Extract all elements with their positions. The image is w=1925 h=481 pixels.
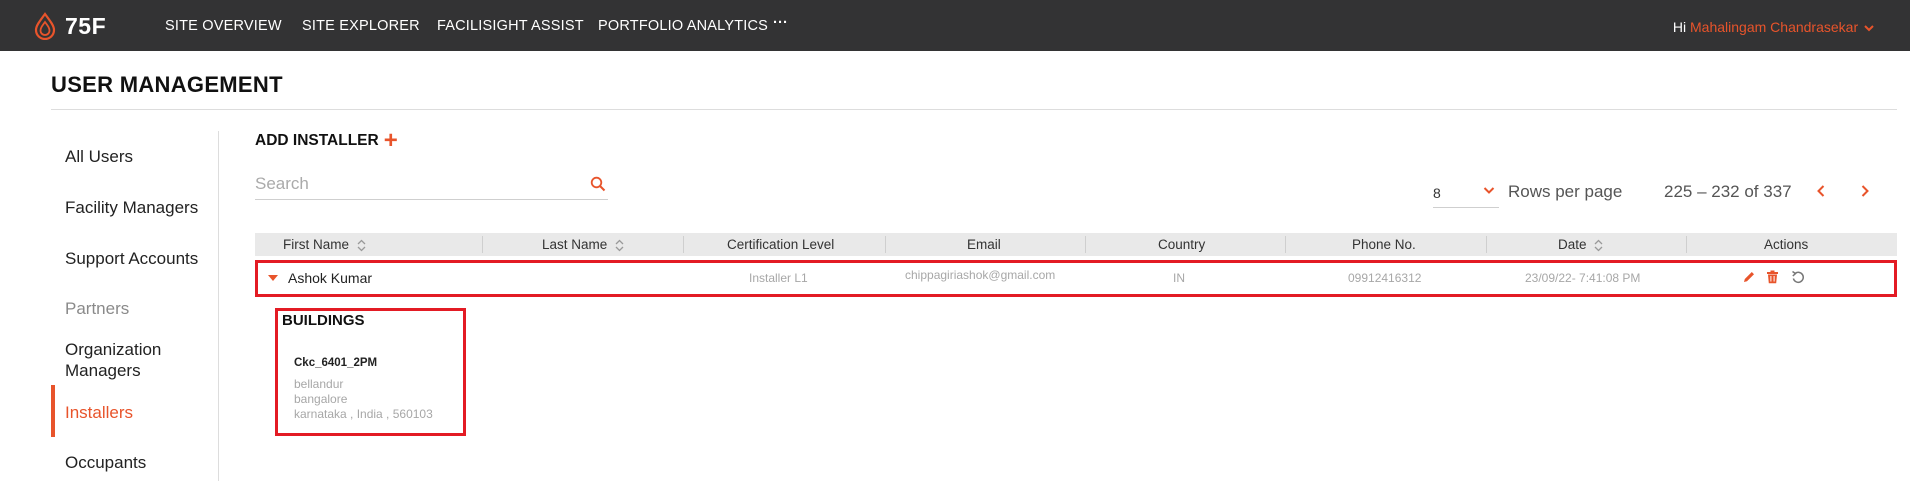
plus-icon: + (383, 127, 398, 154)
column-divider (482, 236, 483, 253)
rows-per-page-select[interactable]: 8 (1433, 180, 1499, 208)
nav-site-explorer[interactable]: SITE EXPLORER (302, 18, 420, 34)
sidebar-item-facility-managers[interactable]: Facility Managers (65, 197, 198, 218)
search-field[interactable] (255, 170, 608, 200)
logo-text: 75F (65, 12, 107, 39)
column-label: Last Name (542, 237, 608, 252)
building-name: Ckc_6401_2PM (294, 357, 378, 369)
column-divider (1686, 236, 1687, 253)
top-nav-bar: 75F SITE OVERVIEW SITE EXPLORER FACILISI… (0, 0, 1910, 51)
building-address-line: karnataka , India , 560103 (294, 407, 433, 421)
nav-site-overview[interactable]: SITE OVERVIEW (165, 18, 282, 34)
column-divider (683, 236, 684, 253)
column-divider (1486, 236, 1487, 253)
chevron-down-icon (1483, 187, 1495, 194)
column-label: First Name (283, 237, 350, 252)
nav-more-menu[interactable]: ··· (773, 15, 788, 31)
logo[interactable]: 75F (33, 12, 106, 40)
nav-portfolio-analytics[interactable]: PORTFOLIO ANALYTICS (598, 18, 768, 34)
sidebar-item-installers[interactable]: Installers (65, 402, 133, 423)
table-header: First Name Last Name Certification Level… (255, 233, 1897, 256)
sort-icon[interactable] (1594, 239, 1603, 252)
page-title: USER MANAGEMENT (51, 72, 283, 97)
page-range: 225 – 232 of 337 (1664, 182, 1792, 201)
user-name: Mahalingam Chandrasekar (1690, 19, 1859, 35)
chevron-right-icon[interactable] (1859, 184, 1871, 198)
column-header-first-name[interactable]: First Name (283, 233, 366, 256)
sidebar-divider (218, 131, 219, 481)
column-header-certification-level: Certification Level (727, 237, 835, 252)
building-address-line: bangalore (294, 392, 348, 406)
column-header-actions: Actions (1764, 237, 1809, 252)
column-header-country: Country (1158, 237, 1206, 252)
row-highlight-box (255, 260, 1897, 297)
greeting-text: Hi (1672, 19, 1687, 35)
title-divider (51, 109, 1897, 110)
sidebar-section-partners: Partners (65, 299, 130, 318)
column-header-date[interactable]: Date (1558, 233, 1603, 256)
search-icon[interactable] (590, 176, 606, 192)
sidebar-item-organization-managers[interactable]: Organization Managers (65, 339, 185, 381)
sort-icon[interactable] (615, 239, 624, 252)
user-menu[interactable]: Hi Mahalingam Chandrasekar (1673, 19, 1874, 35)
chevron-left-icon[interactable] (1815, 184, 1827, 198)
column-label: Date (1558, 237, 1587, 252)
column-divider (1085, 236, 1086, 253)
rows-per-page-label: Rows per page (1508, 182, 1623, 201)
column-header-phone: Phone No. (1352, 237, 1416, 252)
sidebar-active-indicator (51, 385, 55, 437)
column-divider (1285, 236, 1286, 253)
add-installer-button[interactable]: ADD INSTALLER + (255, 127, 398, 154)
buildings-title: BUILDINGS (282, 312, 365, 329)
sidebar-item-occupants[interactable]: Occupants (65, 452, 146, 473)
nav-facilisight-assist[interactable]: FACILISIGHT ASSIST (437, 18, 584, 34)
rows-per-page-value: 8 (1433, 185, 1441, 201)
search-input[interactable] (255, 170, 575, 198)
column-header-email: Email (967, 237, 1001, 252)
sort-icon[interactable] (357, 239, 366, 252)
flame-drop-icon (34, 12, 56, 40)
building-address-line: bellandur (294, 377, 344, 391)
column-header-last-name[interactable]: Last Name (542, 233, 624, 256)
sidebar-item-all-users[interactable]: All Users (65, 146, 133, 167)
column-divider (885, 236, 886, 253)
chevron-down-icon (1864, 25, 1874, 32)
add-installer-label: ADD INSTALLER (255, 132, 379, 149)
sidebar-item-support-accounts[interactable]: Support Accounts (65, 248, 198, 269)
